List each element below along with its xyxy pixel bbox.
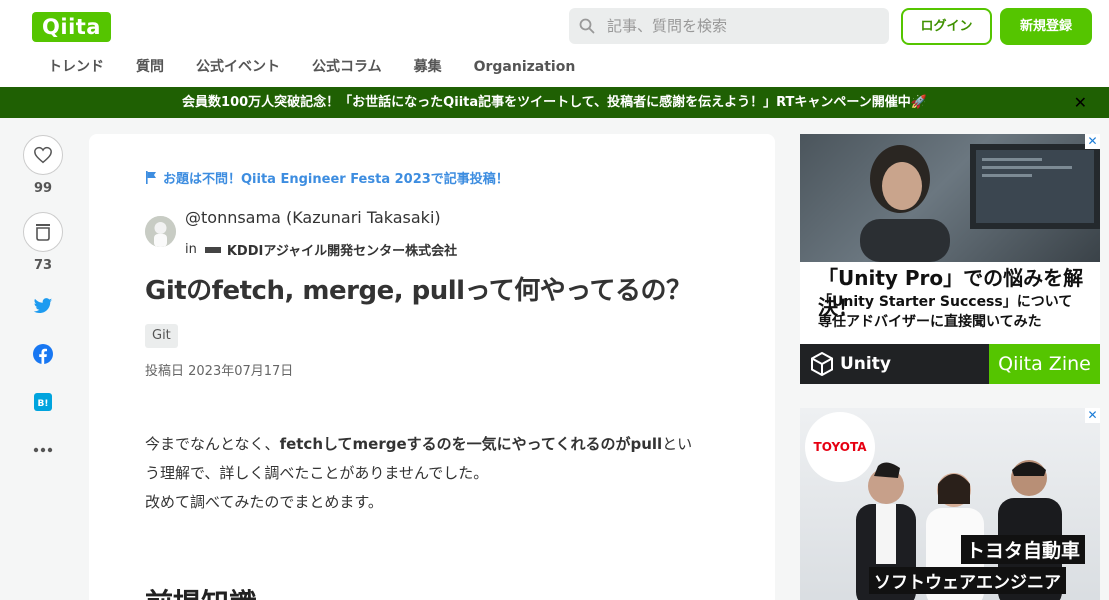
global-nav: トレンド 質問 公式イベント 公式コラム 募集 Organization bbox=[32, 55, 591, 79]
hatena-bookmark-button[interactable]: B! bbox=[23, 391, 63, 413]
search-input[interactable] bbox=[607, 17, 877, 35]
nav-item-columns[interactable]: 公式コラム bbox=[296, 55, 398, 79]
facebook-icon bbox=[33, 344, 53, 364]
paragraph-1-bold: fetchしてmergeするのを一気にやってくれるのがpull bbox=[279, 435, 663, 453]
festa-link[interactable]: お題は不問！Qiita Engineer Festa 2023で記事投稿！ bbox=[145, 168, 509, 187]
header: Qiita ログイン 新規登録 トレンド 質問 公式イベント 公式コラム 募集 … bbox=[0, 0, 1109, 87]
nav-item-organization[interactable]: Organization bbox=[458, 55, 592, 79]
section-heading: 前提知識 bbox=[145, 582, 257, 600]
festa-label[interactable]: お題は不問！Qiita Engineer Festa 2023で記事投稿！ bbox=[163, 168, 509, 187]
ad-choices-icon[interactable]: ✕ bbox=[1085, 134, 1100, 149]
unity-logo: Unity bbox=[810, 352, 891, 376]
more-options-button[interactable] bbox=[23, 439, 63, 461]
close-icon[interactable]: ✕ bbox=[1074, 87, 1087, 118]
paragraph-1: 今までなんとなく、fetchしてmergeするのを一気にやってくれるのがpull… bbox=[145, 430, 715, 488]
stock-button[interactable] bbox=[23, 212, 63, 252]
organization-name[interactable]: KDDIアジャイル開発センター株式会社 bbox=[227, 240, 457, 259]
more-horizontal-icon bbox=[33, 447, 53, 453]
ad-subheadline-1: 「Unity Starter Success」について bbox=[818, 294, 1073, 310]
unity-label: Unity bbox=[840, 354, 891, 374]
in-label: in bbox=[185, 242, 197, 257]
author-name[interactable]: @tonnsama (Kazunari Takasaki) bbox=[185, 208, 441, 227]
paragraph-2: 改めて調べてみたのでまとめます。 bbox=[145, 493, 383, 511]
posted-date: 投稿日 2023年07月17日 bbox=[145, 364, 294, 379]
qiita-zine-logo: Qiita Zine bbox=[989, 344, 1100, 384]
ad-caption-company: トヨタ自動車 bbox=[961, 535, 1086, 564]
tag-git[interactable]: Git bbox=[145, 324, 178, 348]
nav-item-questions[interactable]: 質問 bbox=[120, 55, 180, 79]
unity-ad[interactable]: 「Unity Pro」での悩みを解決！ 「Unity Starter Succe… bbox=[800, 134, 1100, 384]
toyota-ad[interactable]: TOYOTA トヨタ自動車 ソフトウェアエンジニア ✕ bbox=[800, 408, 1100, 600]
organization-line: in KDDIアジャイル開発センター株式会社 bbox=[185, 240, 457, 259]
article-card: お題は不問！Qiita Engineer Festa 2023で記事投稿！ @t… bbox=[89, 134, 775, 600]
like-button[interactable] bbox=[23, 135, 63, 175]
search-icon bbox=[579, 18, 595, 34]
login-button[interactable]: ログイン bbox=[901, 8, 992, 45]
avatar[interactable] bbox=[145, 216, 176, 247]
stock-count: 73 bbox=[33, 258, 53, 273]
article-title: Gitのfetch, merge, pullって何やってるの？ bbox=[145, 276, 692, 306]
toyota-logo: TOYOTA bbox=[805, 412, 875, 482]
qiita-logo[interactable]: Qiita bbox=[32, 12, 111, 42]
ad-text-panel: 「Unity Pro」での悩みを解決！ 「Unity Starter Succe… bbox=[800, 262, 1100, 344]
ad-caption-role: ソフトウェアエンジニア bbox=[869, 567, 1066, 594]
heart-icon bbox=[34, 146, 52, 164]
hatena-bookmark-icon: B! bbox=[34, 393, 52, 411]
banner-text[interactable]: 会員数100万人突破記念！「お世話になったQiita記事をツイートして、投稿者に… bbox=[182, 95, 927, 110]
paragraph-1-text-c: とい bbox=[662, 435, 693, 453]
organization-logo-icon bbox=[204, 246, 221, 253]
campaign-banner[interactable]: 会員数100万人突破記念！「お世話になったQiita記事をツイートして、投稿者に… bbox=[0, 87, 1109, 118]
svg-text:B!: B! bbox=[38, 399, 49, 409]
facebook-share-button[interactable] bbox=[23, 343, 63, 365]
nav-item-events[interactable]: 公式イベント bbox=[180, 55, 296, 79]
paragraph-1-text-a: 今までなんとなく、 bbox=[145, 435, 280, 453]
search-box[interactable] bbox=[569, 8, 889, 44]
ad-footer: Unity Qiita Zine bbox=[800, 344, 1100, 384]
unity-cube-icon bbox=[811, 352, 833, 376]
ad-photo bbox=[800, 134, 1100, 262]
twitter-share-button[interactable] bbox=[23, 295, 63, 317]
paragraph-1-text-d: う理解で、詳しく調べたことがありませんでした。 bbox=[145, 464, 489, 482]
ad-subheadline-2: 専任アドバイザーに直接聞いてみた bbox=[818, 314, 1042, 330]
nav-item-recruit[interactable]: 募集 bbox=[398, 55, 458, 79]
signup-button[interactable]: 新規登録 bbox=[1000, 8, 1092, 45]
ad-photo-illustration bbox=[860, 144, 1100, 262]
flag-icon bbox=[146, 171, 156, 184]
twitter-icon bbox=[33, 297, 53, 313]
article-body: 今までなんとなく、fetchしてmergeするのを一気にやってくれるのがpull… bbox=[145, 430, 715, 517]
nav-item-trend[interactable]: トレンド bbox=[32, 55, 120, 79]
ad-choices-icon[interactable]: ✕ bbox=[1085, 408, 1100, 423]
stock-icon bbox=[36, 224, 50, 241]
article-actions: 99 73 B! bbox=[23, 135, 65, 461]
like-count: 99 bbox=[33, 181, 53, 196]
avatar-image bbox=[145, 216, 176, 247]
